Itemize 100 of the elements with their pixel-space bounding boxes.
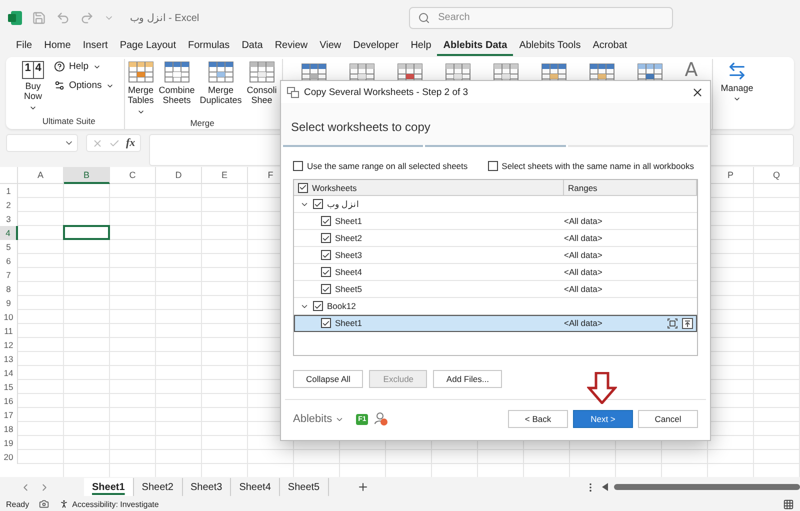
sheet-row[interactable]: Sheet1 <All data> (294, 213, 697, 230)
sheet-name: Sheet5 (335, 284, 362, 294)
sheet-name: Sheet2 (335, 233, 362, 243)
checkbox[interactable] (321, 216, 331, 226)
help-icon (54, 61, 65, 72)
range-text: <All data> (564, 250, 604, 260)
range-text: <All data> (564, 318, 604, 328)
step-heading: Select worksheets to copy (291, 120, 430, 134)
sheets-icon (287, 86, 299, 98)
column-header[interactable]: D (156, 167, 202, 184)
checkbox[interactable] (313, 301, 323, 311)
checkbox[interactable] (298, 182, 308, 192)
option-label[interactable]: Use the same range on all selected sheets (307, 161, 468, 171)
menu-tab[interactable]: Review (268, 36, 314, 56)
ribbon-button[interactable]: Help (50, 59, 118, 74)
workbook-row[interactable]: Book12 (294, 298, 697, 315)
sheet-row[interactable]: Sheet2 <All data> (294, 230, 697, 247)
ribbon-button[interactable]: Combine Sheets (156, 59, 197, 108)
down-arrow-annotation (587, 372, 617, 404)
menu-tab[interactable]: View (314, 36, 348, 56)
sheet-row[interactable]: Sheet1 <All data> (294, 315, 697, 332)
menu-tab[interactable]: Data (236, 36, 269, 56)
close-icon (691, 86, 704, 98)
nav-button[interactable]: Cancel (638, 410, 698, 428)
options-icon (54, 80, 65, 91)
menu-tab[interactable]: Developer (347, 36, 405, 56)
table-icon (248, 61, 275, 83)
scroll-left-icon[interactable] (602, 483, 608, 491)
column-header[interactable]: C (110, 167, 156, 184)
select-range-icon[interactable] (667, 318, 678, 328)
plus-icon (356, 481, 369, 493)
collapse-icon[interactable] (682, 318, 693, 328)
buy-now-button[interactable]: 1 4 Buy Now (20, 59, 46, 114)
menu-tab[interactable]: Acrobat (586, 36, 634, 56)
user-icon[interactable] (374, 412, 388, 426)
sheet-row[interactable]: Sheet4 <All data> (294, 264, 697, 281)
checkbox[interactable] (488, 161, 498, 171)
checkbox[interactable] (313, 199, 323, 209)
search-field[interactable]: Search (409, 6, 674, 28)
menu-tab[interactable]: File (10, 36, 38, 56)
arrows-icon (727, 61, 748, 81)
workbook-name: Book12 (327, 301, 356, 311)
ribbon-button[interactable]: Options (50, 78, 118, 93)
accessibility-status[interactable]: Accessibility: Investigate (72, 500, 159, 508)
sheet-row[interactable]: Sheet3 <All data> (294, 247, 697, 264)
column-header[interactable]: A (18, 167, 64, 184)
brand-menu[interactable]: Ablebits (293, 413, 344, 425)
sheet-name: Sheet1 (335, 216, 362, 226)
checkbox[interactable] (321, 267, 331, 277)
sheet-name: Sheet1 (335, 318, 362, 328)
column-header: Worksheets (312, 182, 357, 192)
sheet-tab[interactable]: Sheet2 (134, 478, 182, 496)
checkbox[interactable] (293, 161, 303, 171)
range-text: <All data> (564, 233, 604, 243)
normal-view-icon[interactable] (783, 498, 794, 510)
accessibility-icon (59, 499, 70, 509)
column-header: Ranges (568, 182, 598, 192)
sheet-row[interactable]: Sheet5 <All data> (294, 281, 697, 298)
menu-tab[interactable]: Formulas (182, 36, 236, 56)
group-label: Merge (190, 118, 214, 130)
ribbon-button[interactable]: Merge Tables (126, 59, 156, 118)
column-header[interactable]: P (708, 167, 754, 184)
menu-tab[interactable]: Help (404, 36, 438, 56)
scroll-thumb[interactable] (614, 484, 800, 490)
sheet-tab[interactable]: Sheet5 (280, 478, 329, 496)
sheet-tab[interactable]: Sheet3 (182, 478, 232, 496)
menu-tab[interactable]: Home (38, 36, 77, 56)
logo: 1 4 (22, 61, 44, 79)
table-icon (208, 61, 234, 83)
insert-function-button[interactable]: fx (126, 137, 136, 149)
checkbox[interactable] (321, 233, 331, 243)
nav-button[interactable]: Next > (573, 410, 633, 428)
menu-tab[interactable]: Insert (76, 36, 114, 56)
menu-tab[interactable]: Ablebits Tools (513, 36, 587, 56)
option-label[interactable]: Select sheets with the same name in all workbooks (502, 161, 694, 171)
workbook-row[interactable]: انزل وب (294, 196, 697, 213)
nav-button[interactable]: < Back (508, 410, 568, 428)
font-icon[interactable]: A (684, 61, 698, 80)
table-action-button[interactable]: Add Files... (433, 370, 502, 388)
column-header[interactable]: B (64, 167, 110, 184)
column-header[interactable]: E (202, 167, 248, 184)
camera-icon[interactable] (39, 499, 50, 509)
checkbox[interactable] (321, 250, 331, 260)
range-text: <All data> (564, 216, 604, 226)
column-header[interactable]: Q (754, 167, 800, 184)
range-text: <All data> (564, 267, 604, 277)
checkbox[interactable] (321, 284, 331, 294)
range-text: <All data> (564, 284, 604, 294)
menu-tab[interactable]: Page Layout (114, 36, 182, 56)
checkbox[interactable] (321, 318, 331, 328)
row-header[interactable]: 4 (0, 226, 18, 240)
sheet-tab[interactable]: Sheet1 (84, 478, 134, 496)
ribbon-button[interactable]: Consoli Shee (244, 59, 279, 108)
group-label: Ultimate Suite (42, 116, 96, 128)
app-logo-icon (8, 10, 22, 24)
table-action-button[interactable]: Collapse All (293, 370, 364, 388)
selected-cell[interactable] (63, 225, 110, 240)
close-button[interactable] (691, 86, 704, 98)
sheet-tab[interactable]: Sheet4 (231, 478, 280, 496)
ribbon-button[interactable]: Merge Duplicates (198, 59, 244, 108)
